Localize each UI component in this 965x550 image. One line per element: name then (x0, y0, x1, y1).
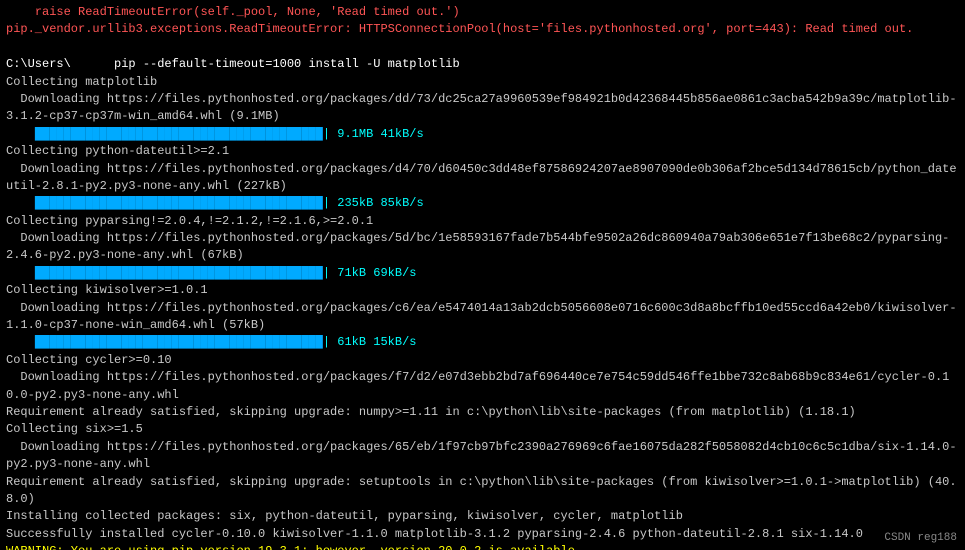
line-11: Collecting pyparsing!=2.0.4,!=2.1.2,!=2.… (6, 213, 959, 230)
line-6: Downloading https://files.pythonhosted.o… (6, 91, 959, 126)
line-7: ████████████████████████████████████████… (6, 126, 959, 143)
line-9: Downloading https://files.pythonhosted.o… (6, 161, 959, 196)
line-16: ████████████████████████████████████████… (6, 334, 959, 351)
line-24: Successfully installed cycler-0.10.0 kiw… (6, 526, 959, 543)
line-20: Collecting six>=1.5 (6, 421, 959, 438)
line-18: Downloading https://files.pythonhosted.o… (6, 369, 959, 404)
terminal-window: raise ReadTimeoutError(self._pool, None,… (0, 0, 965, 550)
line-3 (6, 39, 959, 56)
line-4: C:\Users\ pip --default-timeout=1000 ins… (6, 56, 959, 73)
line-22: Requirement already satisfied, skipping … (6, 474, 959, 509)
line-13: ████████████████████████████████████████… (6, 265, 959, 282)
line-8: Collecting python-dateutil>=2.1 (6, 143, 959, 160)
line-10: ████████████████████████████████████████… (6, 195, 959, 212)
line-23: Installing collected packages: six, pyth… (6, 508, 959, 525)
line-2: pip._vendor.urllib3.exceptions.ReadTimeo… (6, 21, 959, 38)
line-5: Collecting matplotlib (6, 74, 959, 91)
watermark: CSDN reg188 (884, 532, 957, 544)
progress-bar-2: ████████████████████████████████████████ (35, 195, 323, 212)
progress-bar-4: ████████████████████████████████████████ (35, 334, 323, 351)
line-1: raise ReadTimeoutError(self._pool, None,… (6, 4, 959, 21)
line-21: Downloading https://files.pythonhosted.o… (6, 439, 959, 474)
line-15: Downloading https://files.pythonhosted.o… (6, 300, 959, 335)
line-25-warning: WARNING: You are using pip version 19.3.… (6, 543, 959, 550)
line-12: Downloading https://files.pythonhosted.o… (6, 230, 959, 265)
line-14: Collecting kiwisolver>=1.0.1 (6, 282, 959, 299)
line-19: Requirement already satisfied, skipping … (6, 404, 959, 421)
progress-bar-3: ████████████████████████████████████████ (35, 265, 323, 282)
line-17: Collecting cycler>=0.10 (6, 352, 959, 369)
progress-bar-1: ████████████████████████████████████████ (35, 126, 323, 143)
